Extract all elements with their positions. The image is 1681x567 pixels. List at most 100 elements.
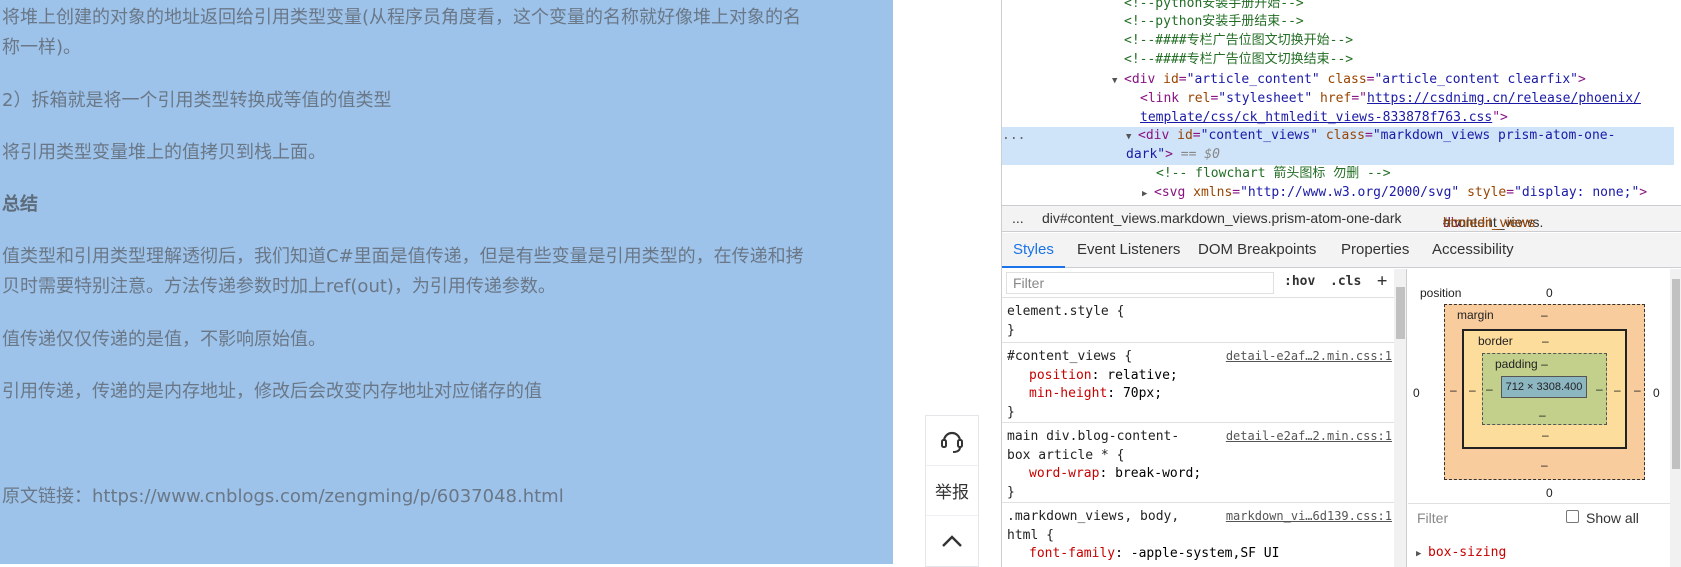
- article-paragraph: 2）拆箱就是将一个引用类型转换成等值的值类型: [2, 90, 392, 111]
- style-property[interactable]: word-wrap: break-word;: [1029, 464, 1201, 483]
- breadcrumb: ... div#content_views.markdown_views.pri…: [1002, 205, 1681, 232]
- styles-filter-bar: :hov .cls +: [1002, 269, 1406, 298]
- rule-selector[interactable]: .markdown_views, body,: [1007, 507, 1179, 526]
- rule-selector[interactable]: element.style {: [1007, 302, 1124, 321]
- dom-node-link-continued[interactable]: template/css/ck_htmledit_views-833878f76…: [1140, 108, 1508, 127]
- padding-label: padding –: [1495, 357, 1548, 371]
- scrollbar-thumb[interactable]: [1672, 279, 1680, 469]
- border-bottom-value[interactable]: –: [1542, 428, 1549, 442]
- back-to-top-button[interactable]: [926, 516, 978, 566]
- style-rule-element: element.style { }: [1002, 299, 1394, 343]
- elements-tree: <!--python安装手册开始--> <!--python安装手册结束--> …: [1002, 0, 1681, 200]
- border-top-value[interactable]: –: [1542, 334, 1549, 348]
- margin-bottom-value[interactable]: –: [1541, 458, 1548, 472]
- article-paragraph: 值传递仅仅传递的是值，不影响原始值。: [2, 329, 326, 350]
- border-right-value[interactable]: –: [1614, 383, 1621, 397]
- computed-filter-bar: Filter Show all: [1408, 503, 1670, 532]
- rule-source-link[interactable]: detail-e2af…2.min.css:1: [1226, 347, 1392, 366]
- dom-comment[interactable]: <!--####专栏广告位图文切换结束-->: [1124, 50, 1353, 69]
- styles-pane: :hov .cls + element.style { } #content_v…: [1002, 269, 1407, 567]
- rule-close: }: [1007, 485, 1015, 500]
- padding-bottom-value[interactable]: –: [1539, 408, 1546, 422]
- content-box[interactable]: 712 × 3308.400: [1501, 376, 1587, 398]
- styles-filter-input[interactable]: [1006, 272, 1274, 294]
- show-all-label: Show all: [1586, 510, 1639, 526]
- computed-property[interactable]: ▶ box-sizing: [1416, 545, 1506, 560]
- expand-triangle-icon[interactable]: ▼: [1112, 72, 1124, 91]
- rule-selector[interactable]: html {: [1007, 526, 1054, 545]
- chevron-up-icon: [942, 535, 962, 547]
- dom-comment[interactable]: <!-- flowchart 箭头图标 勿删 -->: [1156, 164, 1391, 183]
- rule-source-link[interactable]: detail-e2af…2.min.css:1: [1226, 427, 1392, 446]
- article-paragraph: 引用传递，传递的是内存地址，修改后会改变内存地址对应储存的值: [2, 381, 542, 402]
- position-bottom-value[interactable]: 0: [1546, 486, 1553, 500]
- style-property[interactable]: position: relative;: [1029, 366, 1178, 385]
- article-page: 将堆上创建的对象的地址返回给引用类型变量(从程序员角度看，这个变量的名称就好像堆…: [0, 0, 925, 567]
- tab-accessibility[interactable]: Accessibility: [1432, 241, 1514, 258]
- rule-close: }: [1007, 405, 1015, 420]
- rule-selector[interactable]: main div.blog-content-: [1007, 427, 1179, 446]
- padding-left-value[interactable]: –: [1486, 382, 1493, 396]
- dom-comment[interactable]: <!--python安装手册结束-->: [1124, 12, 1304, 31]
- collapse-triangle-icon[interactable]: ▶: [1142, 185, 1154, 200]
- more-actions-icon[interactable]: ...: [1002, 126, 1025, 145]
- rule-source-link[interactable]: markdown_vi…6d139.css:1: [1226, 507, 1392, 526]
- new-rule-button[interactable]: +: [1377, 271, 1387, 291]
- style-property[interactable]: font-family: -apple-system,SF UI: [1029, 544, 1279, 563]
- floating-toolbar: 举报: [925, 415, 979, 567]
- style-property[interactable]: min-height: 70px;: [1029, 384, 1162, 403]
- section-heading: 总结: [2, 194, 38, 215]
- rule-close: }: [1007, 323, 1015, 338]
- tab-styles[interactable]: Styles: [1013, 241, 1054, 258]
- report-label: 举报: [935, 483, 969, 503]
- dom-comment[interactable]: <!--####专栏广告位图文切换开始-->: [1124, 31, 1353, 50]
- tab-properties[interactable]: Properties: [1341, 241, 1409, 258]
- margin-left-value[interactable]: –: [1450, 383, 1457, 397]
- position-top-value[interactable]: 0: [1546, 286, 1553, 300]
- style-rule-markdown-views: .markdown_views, body, html { markdown_v…: [1002, 504, 1394, 567]
- dom-node-svg[interactable]: ▶ <svg xmlns="http://www.w3.org/2000/svg"…: [1142, 183, 1647, 200]
- collapse-triangle-icon[interactable]: ▶: [1416, 549, 1428, 559]
- box-model-pane: position 0 0 0 0 margin – – – – border –…: [1408, 269, 1681, 567]
- margin-label: margin: [1457, 308, 1494, 322]
- dom-node-content-views-continued[interactable]: dark"> == $0: [1126, 145, 1220, 164]
- rule-selector[interactable]: box article * {: [1007, 446, 1124, 465]
- breadcrumb-more[interactable]: ...: [1012, 210, 1024, 226]
- position-left-value[interactable]: 0: [1413, 386, 1420, 400]
- margin-right-value[interactable]: –: [1634, 383, 1641, 397]
- rule-selector[interactable]: #content_views {: [1007, 347, 1132, 366]
- show-all-checkbox[interactable]: [1566, 510, 1579, 523]
- computed-filter-input[interactable]: Filter: [1417, 510, 1448, 526]
- class-toggle-button[interactable]: .cls: [1330, 274, 1361, 289]
- source-link-text[interactable]: 原文链接：https://www.cnblogs.com/zengming/p/…: [2, 482, 890, 512]
- article-paragraph: 将引用类型变量堆上的值拷贝到栈上面。: [2, 142, 326, 163]
- padding-box[interactable]: padding – – – – 712 × 3308.400: [1482, 353, 1607, 425]
- border-label: border: [1478, 334, 1513, 348]
- sidebar-tabs: Styles Event Listeners DOM Breakpoints P…: [1002, 233, 1681, 268]
- breadcrumb-item[interactable]: div#content_views.markdown_views.prism-a…: [1042, 210, 1401, 226]
- dom-node-article-content[interactable]: ▼ <div id="article_content" class="articl…: [1112, 70, 1586, 89]
- border-left-value[interactable]: –: [1469, 383, 1476, 397]
- style-rule-word-wrap: main div.blog-content- box article * { d…: [1002, 424, 1394, 503]
- computed-scrollbar[interactable]: [1670, 269, 1681, 567]
- padding-right-value[interactable]: –: [1596, 382, 1603, 396]
- scrollbar-thumb[interactable]: [1396, 287, 1405, 339]
- margin-box[interactable]: margin – – – – border – – – – padding – …: [1444, 304, 1645, 480]
- content-size: 712 × 3308.400: [1505, 381, 1583, 393]
- hover-state-button[interactable]: :hov: [1284, 274, 1315, 289]
- article-paragraph: 值类型和引用类型理解透彻后，我们知道C#里面是值传递，但是有些变量是引用类型的，…: [2, 246, 804, 267]
- stylesheet-href-link[interactable]: https://csdnimg.cn/release/phoenix/: [1367, 91, 1641, 106]
- tab-event-listeners[interactable]: Event Listeners: [1077, 241, 1180, 258]
- margin-top-value[interactable]: –: [1541, 308, 1548, 322]
- report-button[interactable]: 举报: [926, 466, 978, 516]
- stylesheet-href-link[interactable]: template/css/ck_htmledit_views-833878f76…: [1140, 110, 1492, 125]
- position-label: position: [1420, 286, 1462, 300]
- dom-node-link[interactable]: <link rel="stylesheet" href="https://csd…: [1140, 89, 1641, 108]
- position-right-value[interactable]: 0: [1653, 386, 1660, 400]
- headset-icon: [941, 431, 963, 453]
- support-button[interactable]: [926, 416, 978, 466]
- dom-node-content-views[interactable]: ▼ <div id="content_views" class="markdown…: [1126, 126, 1615, 145]
- tab-dom-breakpoints[interactable]: DOM Breakpoints: [1198, 241, 1316, 258]
- border-box[interactable]: border – – – – padding – – – – 712 × 330…: [1462, 329, 1627, 449]
- styles-scrollbar[interactable]: [1394, 269, 1406, 567]
